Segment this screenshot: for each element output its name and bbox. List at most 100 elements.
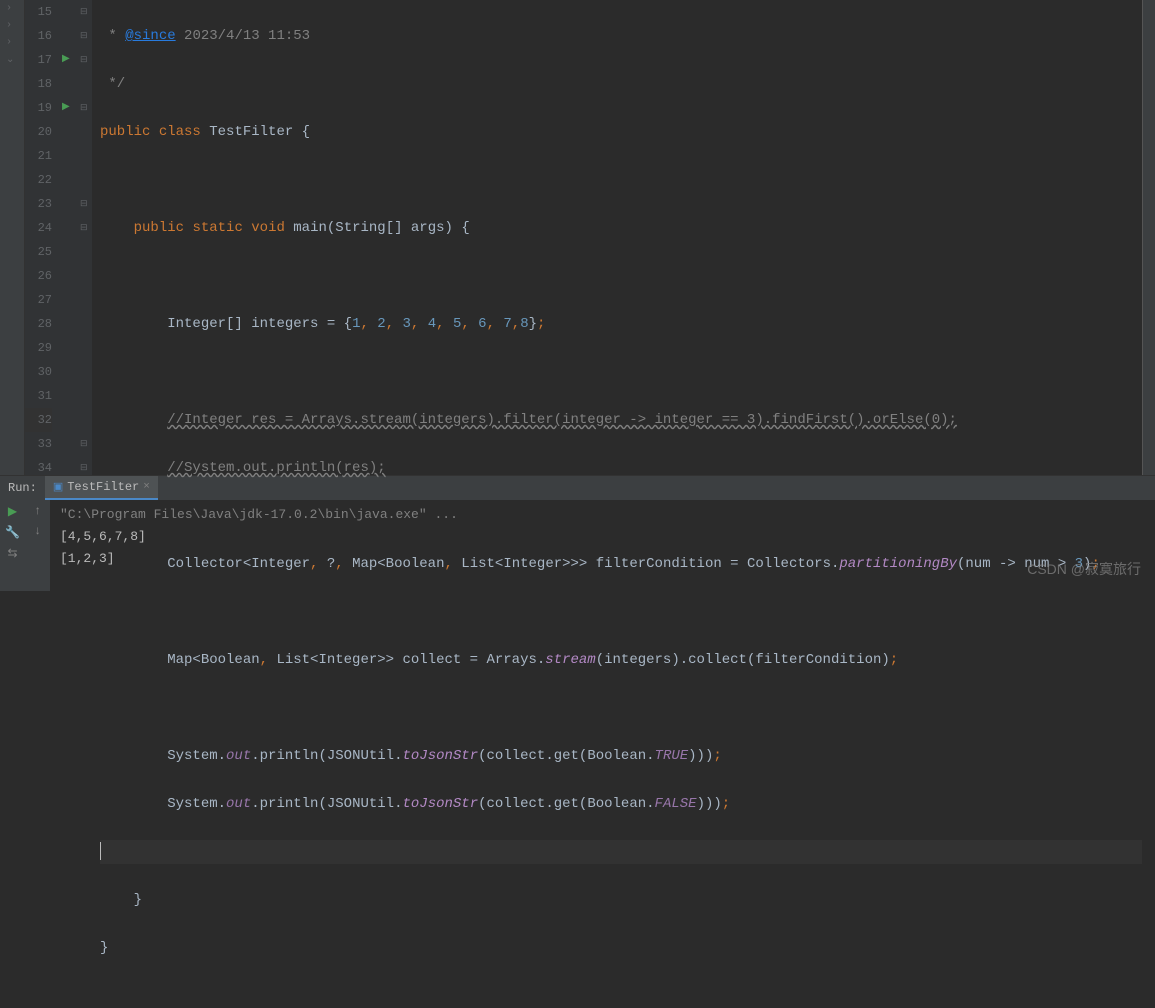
wildcard: ? xyxy=(318,556,335,572)
wrench-icon[interactable]: 🔧 xyxy=(5,525,20,540)
project-tool-strip[interactable]: › › › ⌄ xyxy=(0,0,25,475)
line-number[interactable]: 18 xyxy=(25,72,52,96)
method-call: .println(JSONUtil. xyxy=(251,796,402,812)
line-number[interactable]: 20 xyxy=(25,120,52,144)
method-args: (String[] args) { xyxy=(327,220,470,236)
chevron-right-icon[interactable]: › xyxy=(0,17,24,34)
comment-text: * xyxy=(100,28,125,44)
chevron-right-icon[interactable]: › xyxy=(0,34,24,51)
fold-open-icon[interactable]: ⊟ xyxy=(78,96,92,120)
chevron-down-icon[interactable]: ⌄ xyxy=(0,51,24,69)
static-method: stream xyxy=(545,652,595,668)
date-text: 2023/4/13 11:53 xyxy=(176,28,310,44)
static-method: toJsonStr xyxy=(402,748,478,764)
keyword: class xyxy=(159,124,201,140)
constant: FALSE xyxy=(655,796,697,812)
type: Map<Boolean xyxy=(167,652,259,668)
fold-gutter: ⊟ ⊟ ⊟ ⊟ ⊟ ⊟ ⊟ ⊟ xyxy=(78,0,92,475)
static-method: toJsonStr xyxy=(402,796,478,812)
run-label: Run: xyxy=(0,481,45,495)
comma: , xyxy=(445,556,453,572)
line-number[interactable]: 32 xyxy=(25,408,52,432)
comma: , xyxy=(260,652,268,668)
editor-scrollbar[interactable] xyxy=(1143,0,1155,475)
wrap-icon[interactable]: ⇆ xyxy=(7,546,17,561)
since-tag: @since xyxy=(125,28,175,44)
code-editor[interactable]: * @since 2023/4/13 11:53 */ public class… xyxy=(92,0,1143,475)
caret xyxy=(100,842,101,860)
line-number[interactable]: 27 xyxy=(25,288,52,312)
fold-close-icon[interactable]: ⊟ xyxy=(78,192,92,216)
expr: (collect.get(Boolean. xyxy=(478,748,654,764)
number: 4 xyxy=(428,316,436,332)
run-gutter: ▶ ▶ xyxy=(60,0,78,475)
fold-open-icon[interactable]: ⊟ xyxy=(78,48,92,72)
keyword: static xyxy=(192,220,242,236)
brace: } xyxy=(100,892,142,908)
number: 3 xyxy=(403,316,411,332)
line-number[interactable]: 28 xyxy=(25,312,52,336)
line-number[interactable]: 21 xyxy=(25,144,52,168)
run-method-icon[interactable]: ▶ xyxy=(60,96,78,120)
line-number[interactable]: 22 xyxy=(25,168,52,192)
static-method: partitioningBy xyxy=(839,556,957,572)
fold-close-icon[interactable]: ⊟ xyxy=(78,24,92,48)
line-number-gutter[interactable]: 15 16 17 18 19 20 21 22 23 24 25 26 27 2… xyxy=(25,0,60,475)
number: 6 xyxy=(478,316,486,332)
method-name: main xyxy=(293,220,327,236)
line-number[interactable]: 24 xyxy=(25,216,52,240)
watermark: CSDN @寂寞旅行 xyxy=(1027,559,1141,579)
keyword: public xyxy=(100,124,150,140)
fold-close-icon[interactable]: ⊟ xyxy=(78,432,92,456)
down-arrow-icon[interactable]: ↓ xyxy=(34,524,41,538)
line-number[interactable]: 26 xyxy=(25,264,52,288)
line-number[interactable]: 29 xyxy=(25,336,52,360)
number: 2 xyxy=(377,316,385,332)
type: Integer[] xyxy=(167,316,243,332)
expr: (collect.get(Boolean. xyxy=(478,796,654,812)
line-number[interactable]: 25 xyxy=(25,240,52,264)
line-number[interactable]: 33 xyxy=(25,432,52,456)
number: 7 xyxy=(503,316,511,332)
line-number[interactable]: 23 xyxy=(25,192,52,216)
class-name: TestFilter xyxy=(209,124,293,140)
line-number[interactable]: 15 xyxy=(25,0,52,24)
class-ref: System. xyxy=(167,796,226,812)
keyword: void xyxy=(251,220,285,236)
method-call: .println(JSONUtil. xyxy=(251,748,402,764)
static-field: out xyxy=(226,796,251,812)
chevron-right-icon[interactable]: › xyxy=(0,0,24,17)
static-field: out xyxy=(226,748,251,764)
number: 8 xyxy=(520,316,528,332)
up-arrow-icon[interactable]: ↑ xyxy=(34,504,41,518)
line-number[interactable]: 30 xyxy=(25,360,52,384)
semicolon: ; xyxy=(890,652,898,668)
rerun-icon[interactable]: ▶ xyxy=(8,504,17,519)
console-toolbar: ↑ ↓ xyxy=(25,500,50,591)
constant: TRUE xyxy=(655,748,689,764)
comment-end: */ xyxy=(100,76,125,92)
fold-close-icon[interactable]: ⊟ xyxy=(78,216,92,240)
expr: List<Integer>> collect = Arrays. xyxy=(268,652,545,668)
type: Map<Boolean xyxy=(344,556,445,572)
type: List<Integer>>> filterCondition = Collec… xyxy=(453,556,839,572)
keyword: public xyxy=(134,220,184,236)
class-ref: System. xyxy=(167,748,226,764)
editor-area: › › › ⌄ 15 16 17 18 19 20 21 22 23 24 25… xyxy=(0,0,1155,475)
line-number[interactable]: 31 xyxy=(25,384,52,408)
expr: (integers).collect(filterCondition) xyxy=(596,652,890,668)
fold-close-icon[interactable]: ⊟ xyxy=(78,0,92,24)
line-number[interactable]: 17 xyxy=(25,48,52,72)
brace: } xyxy=(100,940,108,956)
run-class-icon[interactable]: ▶ xyxy=(60,48,78,72)
var-decl: integers = { xyxy=(243,316,352,332)
type: Collector<Integer xyxy=(167,556,310,572)
brace: { xyxy=(302,124,310,140)
run-toolbar: ▶ 🔧 ⇆ xyxy=(0,500,25,591)
comma: , xyxy=(335,556,343,572)
application-icon: ▣ xyxy=(53,480,63,494)
commented-code: //Integer res = Arrays.stream(integers).… xyxy=(167,412,957,428)
line-number[interactable]: 19 xyxy=(25,96,52,120)
line-number[interactable]: 16 xyxy=(25,24,52,48)
commented-code: //System.out.println(res); xyxy=(167,460,385,476)
